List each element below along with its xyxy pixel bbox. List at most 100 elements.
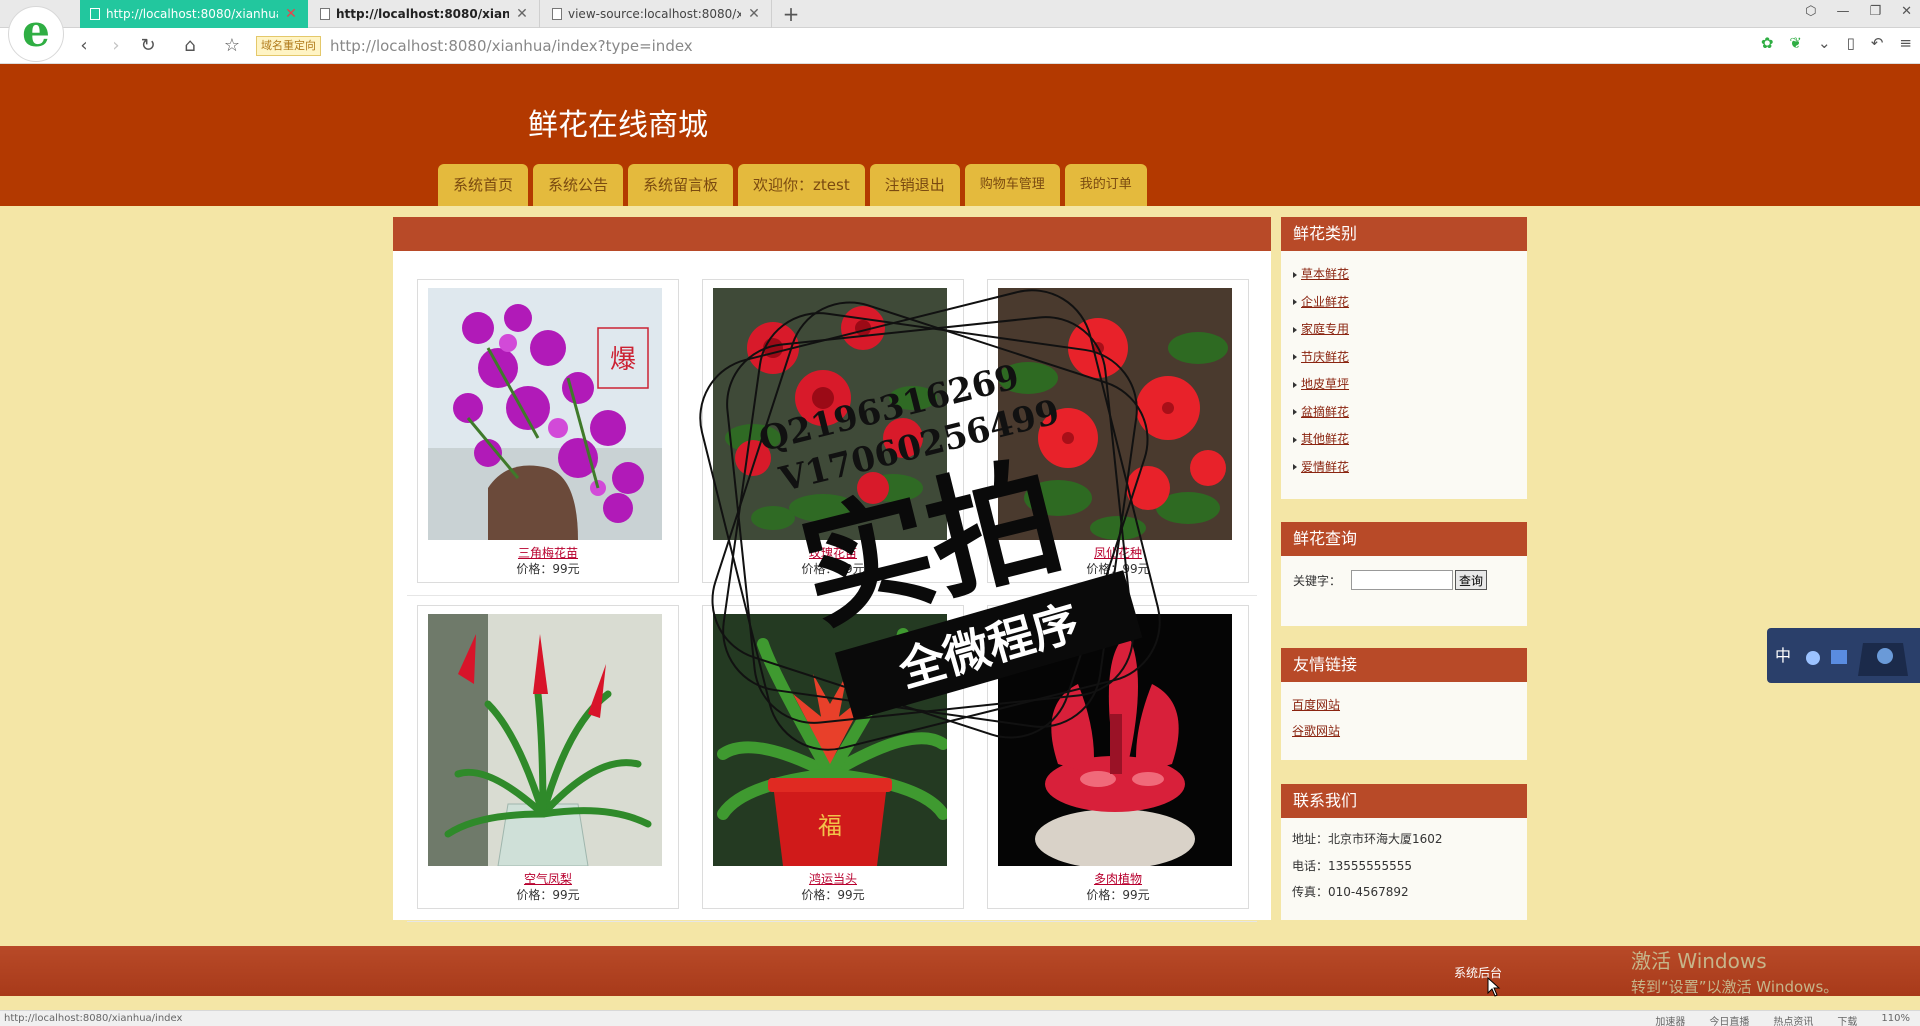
- close-tab-icon[interactable]: ✕: [515, 6, 529, 22]
- nav-cart[interactable]: 购物车管理: [964, 164, 1060, 206]
- category-link[interactable]: 其他鲜花: [1301, 432, 1349, 446]
- page-icon: [90, 8, 100, 20]
- nav-home[interactable]: 系统首页: [438, 164, 529, 206]
- category-item: 企业鲜花: [1293, 293, 1527, 321]
- address-bar-tools: ✿ ❦ ⌄ ▯ ↶ ≡: [1761, 34, 1912, 52]
- nav-message-board[interactable]: 系统留言板: [628, 164, 734, 206]
- contact-info: 地址：北京市环海大厦1602 电话：13555555555 传真：010-456…: [1281, 818, 1527, 910]
- bullet-icon: [1293, 381, 1297, 388]
- product-name[interactable]: 三角梅花苗: [418, 544, 678, 561]
- bullet-icon: [1293, 299, 1297, 305]
- nav-welcome-user[interactable]: 欢迎你：ztest: [738, 164, 865, 206]
- product-price: 价格：99元: [801, 562, 865, 576]
- page-icon: [552, 8, 562, 20]
- product-image[interactable]: 福: [713, 614, 947, 866]
- category-link[interactable]: 爱情鲜花: [1301, 460, 1349, 474]
- bookmark-star-icon[interactable]: ☆: [220, 34, 244, 58]
- product-image[interactable]: [713, 288, 947, 540]
- extension-icon[interactable]: ✿: [1761, 34, 1774, 52]
- category-link[interactable]: 企业鲜花: [1301, 295, 1349, 309]
- product-image[interactable]: 爆: [428, 288, 662, 540]
- status-item[interactable]: 加速器: [1655, 1013, 1685, 1026]
- browser-tab-3[interactable]: view-source:localhost:8080/xianhua ✕: [542, 0, 772, 28]
- ime-toolbar[interactable]: 中: [1767, 628, 1920, 683]
- product-name[interactable]: 多肉植物: [988, 870, 1248, 887]
- row-divider: [407, 595, 1257, 596]
- nav-announcements[interactable]: 系统公告: [533, 164, 624, 206]
- category-link[interactable]: 节庆鲜花: [1301, 350, 1349, 364]
- status-item[interactable]: 下载: [1837, 1013, 1857, 1026]
- browser-tab-bar: http://localhost:8080/xianhua/index?type…: [0, 0, 1920, 28]
- category-link[interactable]: 地皮草坪: [1301, 377, 1349, 391]
- status-item[interactable]: 今日直播: [1709, 1013, 1749, 1026]
- restore-icon[interactable]: ❐: [1869, 4, 1881, 19]
- reload-icon[interactable]: ↻: [136, 34, 160, 58]
- search-label: 关键字：: [1293, 573, 1342, 588]
- url-input[interactable]: [330, 36, 1680, 56]
- baidu-link[interactable]: 百度网站: [1292, 696, 1527, 722]
- links-box-title: 友情链接: [1281, 648, 1527, 682]
- category-item: 家庭专用: [1293, 320, 1527, 348]
- close-tab-icon[interactable]: ✕: [284, 6, 298, 22]
- page-icon: [320, 8, 330, 20]
- product-name[interactable]: 鸿运当头: [703, 870, 963, 887]
- nav-my-orders[interactable]: 我的订单: [1064, 164, 1147, 206]
- back-icon[interactable]: ‹: [72, 34, 96, 58]
- product-card: 福 鸿运当头 价格：99元: [702, 605, 964, 909]
- product-card: 爆 三角梅花苗 价格：99元: [417, 279, 679, 583]
- undo-icon[interactable]: ↶: [1871, 34, 1884, 52]
- category-item: 盆摘鲜花: [1293, 403, 1527, 431]
- product-name[interactable]: 空气凤梨: [418, 870, 678, 887]
- bullet-icon: [1293, 436, 1297, 443]
- status-url: http://localhost:8080/xianhua/index: [4, 1013, 183, 1024]
- home-icon[interactable]: ⌂: [178, 34, 202, 58]
- skin-icon[interactable]: ⬡: [1805, 4, 1816, 19]
- chevron-down-icon[interactable]: ⌄: [1818, 34, 1831, 52]
- menu-icon[interactable]: ≡: [1899, 34, 1912, 52]
- address-bar: ‹ › ↻ ⌂ ☆ 域名重定向 ✿ ❦ ⌄ ▯ ↶ ≡: [0, 28, 1920, 64]
- product-name[interactable]: 凤仙花种: [988, 544, 1248, 561]
- product-name[interactable]: 玫瑰花苗: [703, 544, 963, 561]
- product-card: 凤仙花种 价格：99元: [987, 279, 1249, 583]
- minimize-icon[interactable]: —: [1836, 4, 1849, 19]
- nav-logout[interactable]: 注销退出: [869, 164, 960, 206]
- svg-text:福: 福: [818, 812, 842, 840]
- reading-mode-icon[interactable]: ▯: [1847, 34, 1855, 52]
- category-link[interactable]: 草本鲜花: [1301, 267, 1349, 281]
- close-window-icon[interactable]: ✕: [1901, 4, 1912, 19]
- row-divider: [407, 921, 1257, 922]
- product-panel-header: [393, 217, 1271, 251]
- browser-logo-icon[interactable]: e: [8, 6, 64, 62]
- redirect-badge[interactable]: 域名重定向: [256, 36, 321, 56]
- forward-icon[interactable]: ›: [104, 34, 128, 58]
- browser-tab-active[interactable]: http://localhost:8080/xianhua/index?type…: [80, 0, 308, 28]
- product-image[interactable]: [428, 614, 662, 866]
- product-image[interactable]: [998, 288, 1232, 540]
- activation-subtitle: 转到“设置”以激活 Windows。: [1631, 978, 1839, 996]
- category-link[interactable]: 家庭专用: [1301, 322, 1349, 336]
- new-tab-button[interactable]: +: [780, 2, 802, 26]
- close-tab-icon[interactable]: ✕: [747, 6, 761, 22]
- browser-status-bar: http://localhost:8080/xianhua/index 加速器 …: [0, 1010, 1920, 1026]
- windows-activation-notice: 激活 Windows 转到“设置”以激活 Windows。: [1631, 945, 1838, 997]
- ime-mode-label[interactable]: 中: [1775, 642, 1791, 666]
- category-item: 节庆鲜花: [1293, 348, 1527, 376]
- browser-tab-2[interactable]: http://localhost:8080/xianhua/index ✕: [310, 0, 540, 28]
- search-button[interactable]: 查询: [1455, 570, 1488, 590]
- contact-phone: 电话：13555555555: [1292, 858, 1412, 873]
- window-controls: ⬡ — ❐ ✕: [1805, 4, 1912, 19]
- product-price: 价格：99元: [516, 888, 580, 902]
- category-link[interactable]: 盆摘鲜花: [1301, 405, 1349, 419]
- status-tools: 加速器 今日直播 热点资讯 下载 110%: [1655, 1013, 1910, 1026]
- status-item[interactable]: 热点资讯: [1773, 1013, 1813, 1026]
- friend-links: 百度网站 谷歌网站: [1281, 682, 1527, 748]
- zoom-level[interactable]: 110%: [1881, 1013, 1910, 1026]
- leaf-icon[interactable]: ❦: [1789, 34, 1802, 52]
- category-list: 草本鲜花 企业鲜花 家庭专用 节庆鲜花 地皮草坪 盆摘鲜花 其他鲜花 爱情鲜花: [1281, 251, 1527, 485]
- category-item: 地皮草坪: [1293, 375, 1527, 403]
- product-image[interactable]: [998, 614, 1232, 866]
- category-item: 其他鲜花: [1293, 430, 1527, 458]
- google-link[interactable]: 谷歌网站: [1292, 722, 1527, 748]
- search-input[interactable]: [1351, 570, 1454, 590]
- search-box-title: 鲜花查询: [1281, 522, 1527, 556]
